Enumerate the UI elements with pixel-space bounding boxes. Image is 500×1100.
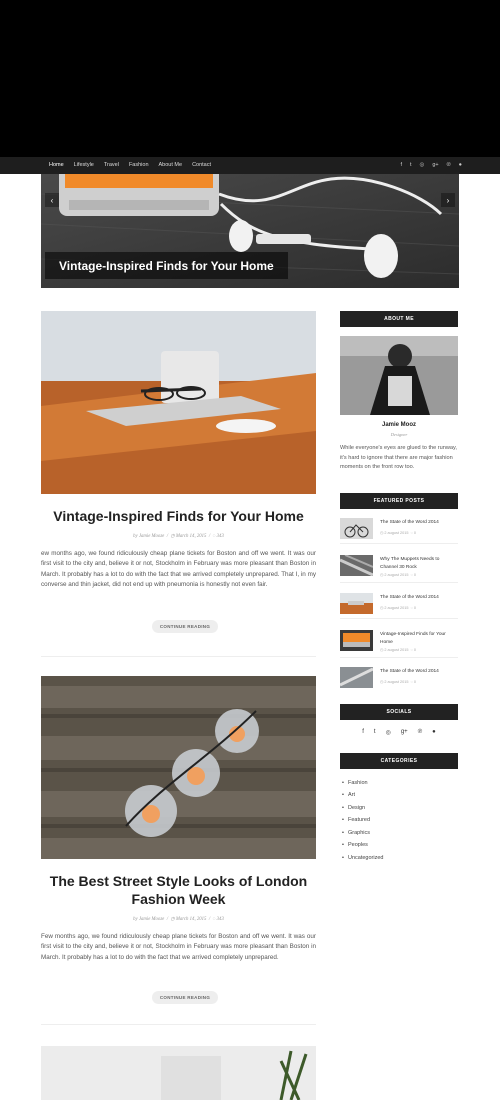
post-author[interactable]: by Jamie Mooze [133, 534, 164, 539]
featured-post-item[interactable]: Why The Muppets Needs to Channel 30 Rock… [340, 555, 458, 583]
slider-next-button[interactable]: › [441, 193, 455, 207]
post-comments[interactable]: 343 [217, 917, 224, 922]
featured-post-thumb[interactable] [340, 555, 373, 576]
post-title[interactable]: Vintage-Inspired Finds for Your Home [41, 507, 316, 525]
featured-post-title[interactable]: The State of the Word 2014 [380, 668, 456, 676]
instagram-icon[interactable]: ◎ [420, 157, 425, 174]
featured-post-meta: ◷ 2 august 2015 ◌ 0 [380, 648, 416, 652]
post-meta: by Jamie Mooze / ◷ March 14, 2015 / ◌ 34… [133, 534, 224, 539]
featured-divider [340, 543, 458, 544]
featured-post-title[interactable]: Vintage-Inspired Finds for Your Home [380, 631, 456, 646]
about-text: While everyone's eyes are glued to the r… [340, 445, 457, 470]
calendar-icon: ◷ [170, 917, 175, 922]
instagram-icon[interactable]: ◎ [386, 729, 391, 736]
category-link-uncategorized[interactable]: Uncategorized [342, 855, 384, 861]
nav-menu: Home Lifestyle Travel Fashion About Me C… [44, 157, 216, 174]
category-link-graphics[interactable]: Graphics [342, 830, 370, 836]
comment-icon: ◌ [212, 917, 216, 922]
bloglovin-icon[interactable]: ● [432, 729, 436, 736]
about-role: Designer [390, 432, 408, 437]
twitter-icon[interactable]: t [410, 157, 412, 174]
featured-post-meta: ◷ 2 august 2015 ◌ 0 [380, 606, 416, 610]
continue-reading-button[interactable]: CONTINUE READING [152, 991, 218, 1004]
header-banner [0, 0, 500, 157]
widget-title-featured: FEATURED POSTS [340, 493, 458, 509]
featured-slider[interactable]: ‹ › Vintage-Inspired Finds for Your Home [41, 174, 459, 288]
google-plus-icon[interactable]: g+ [432, 157, 438, 174]
featured-post-title[interactable]: The State of the Word 2014 [380, 594, 456, 602]
post-author[interactable]: by Jamie Mooze [133, 917, 164, 922]
category-link-featured[interactable]: Featured [342, 817, 370, 823]
nav-item-about-me[interactable]: About Me [154, 157, 188, 174]
facebook-icon[interactable]: f [362, 729, 364, 736]
post-image[interactable] [41, 311, 316, 494]
featured-post-meta: ◷ 2 august 2015 ◌ 0 [380, 531, 416, 535]
about-avatar [340, 336, 458, 415]
post-date: March 14, 2015 [175, 917, 207, 922]
nav-item-home[interactable]: Home [44, 157, 69, 174]
nav-item-lifestyle[interactable]: Lifestyle [69, 157, 99, 174]
featured-post-item[interactable]: The State of the Word 2014 ◷ 2 august 20… [340, 593, 458, 619]
featured-post-title[interactable]: Why The Muppets Needs to Channel 30 Rock [380, 556, 456, 571]
featured-post-item[interactable]: The State of the Word 2014 ◷ 2 august 20… [340, 667, 458, 693]
slider-caption-text[interactable]: Vintage-Inspired Finds for Your Home [59, 259, 274, 273]
pinterest-icon[interactable]: ℗ [418, 729, 422, 736]
post-meta: by Jamie Mooze / ◷ March 14, 2015 / ◌ 34… [133, 917, 224, 922]
featured-post-title[interactable]: The State of the Word 2014 [380, 519, 456, 527]
post-image[interactable] [41, 1046, 316, 1100]
sidebar-social-icons: f t ◎ g+ ℗ ● [340, 729, 458, 736]
featured-post-meta: ◷ 2 august 2015 ◌ 0 [380, 573, 416, 577]
twitter-icon[interactable]: t [374, 729, 376, 736]
slider-caption[interactable]: Vintage-Inspired Finds for Your Home [45, 252, 288, 279]
slider-prev-button[interactable]: ‹ [45, 193, 59, 207]
post-title[interactable]: The Best Street Style Looks of London Fa… [41, 872, 316, 908]
featured-divider [340, 582, 458, 583]
featured-post-thumb[interactable] [340, 667, 373, 688]
nav-social: f t ◎ g+ ℗ ● [400, 157, 462, 174]
main-nav: Home Lifestyle Travel Fashion About Me C… [0, 157, 500, 174]
widget-title-categories: CATEGORIES [340, 753, 458, 769]
post-divider [41, 656, 316, 657]
post-comments[interactable]: 343 [217, 534, 224, 539]
calendar-icon: ◷ [170, 534, 175, 539]
category-link-peoples[interactable]: Peoples [342, 842, 368, 848]
google-plus-icon[interactable]: g+ [401, 729, 408, 736]
post-image[interactable] [41, 676, 316, 859]
featured-post-thumb[interactable] [340, 630, 373, 651]
post-divider [41, 1024, 316, 1025]
pinterest-icon[interactable]: ℗ [447, 157, 451, 174]
featured-divider [340, 618, 458, 619]
continue-reading-button[interactable]: CONTINUE READING [152, 620, 218, 633]
featured-post-item[interactable]: Vintage-Inspired Finds for Your Home ◷ 2… [340, 630, 458, 658]
featured-post-thumb[interactable] [340, 593, 373, 614]
post-date: March 14, 2015 [175, 534, 207, 539]
bloglovin-icon[interactable]: ● [459, 157, 462, 174]
post-excerpt: ew months ago, we found ridiculously che… [41, 550, 316, 588]
widget-title-socials: SOCIALS [340, 704, 458, 720]
featured-post-thumb[interactable] [340, 518, 373, 539]
category-link-art[interactable]: Art [342, 792, 355, 798]
category-link-fashion[interactable]: Fashion [342, 780, 367, 786]
featured-post-meta: ◷ 2 august 2015 ◌ 0 [380, 680, 416, 684]
featured-divider [340, 657, 458, 658]
comment-icon: ◌ [212, 534, 216, 539]
about-name: Jamie Mooz [381, 422, 416, 428]
nav-item-fashion[interactable]: Fashion [124, 157, 154, 174]
widget-title-about: ABOUT ME [340, 311, 458, 327]
post-excerpt: Few months ago, we found ridiculously ch… [41, 933, 316, 961]
facebook-icon[interactable]: f [400, 157, 402, 174]
nav-item-travel[interactable]: Travel [99, 157, 124, 174]
category-link-design[interactable]: Design [342, 805, 365, 811]
nav-item-contact[interactable]: Contact [187, 157, 216, 174]
featured-post-item[interactable]: The State of the Word 2014 ◷ 2 august 20… [340, 518, 458, 544]
